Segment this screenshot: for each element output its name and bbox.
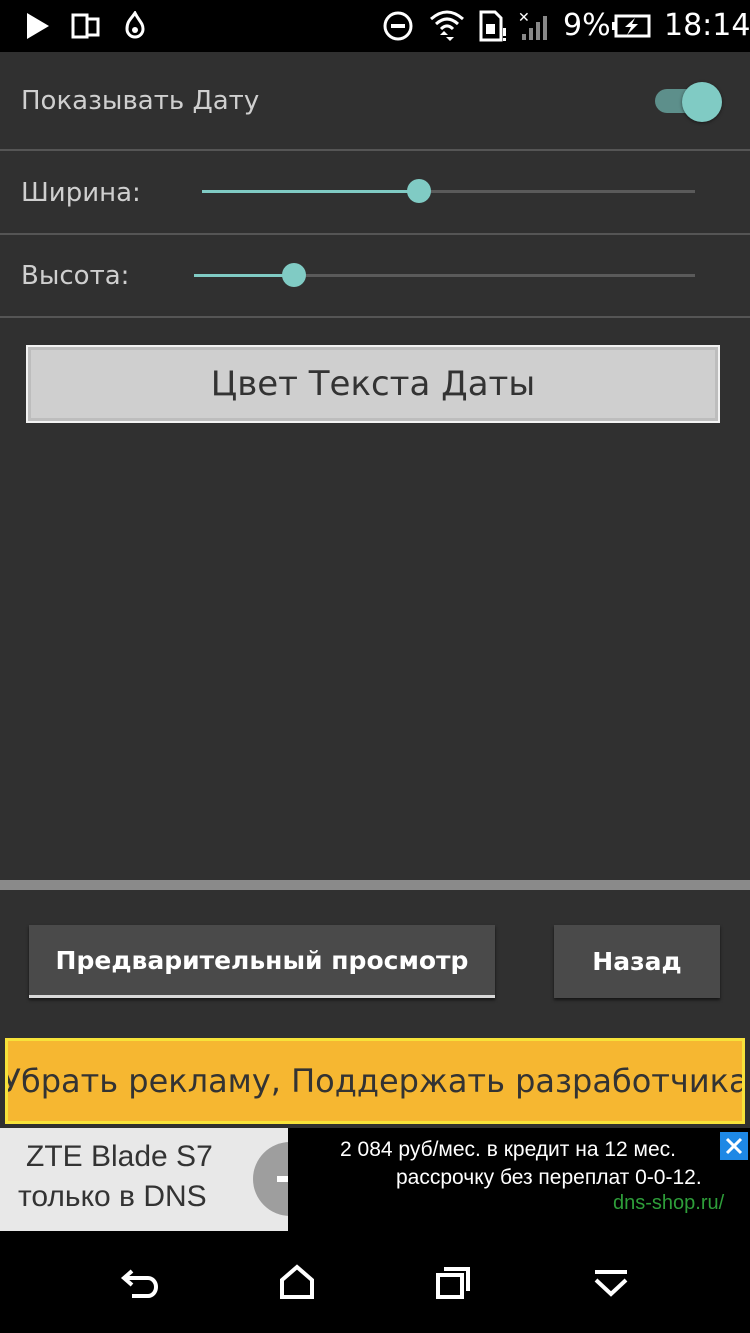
ad-title-line1: ZTE Blade S7 — [26, 1140, 213, 1173]
preview-button[interactable]: Предварительный просмотр — [29, 925, 495, 998]
back-icon[interactable] — [120, 1265, 162, 1305]
navigation-bar — [0, 1231, 750, 1333]
toggle-thumb[interactable] — [682, 82, 722, 122]
home-icon[interactable] — [278, 1263, 316, 1305]
recents-icon[interactable] — [434, 1265, 474, 1305]
signal-icon: ✕ — [516, 10, 552, 42]
width-slider[interactable] — [202, 179, 695, 203]
sim-icon — [476, 10, 508, 42]
height-slider[interactable] — [194, 263, 695, 287]
height-label: Высота: — [21, 261, 130, 291]
battery-percent: 9% — [563, 8, 611, 43]
divider — [0, 316, 750, 318]
divider — [0, 233, 750, 235]
ad-url[interactable]: dns-shop.ru/ — [613, 1192, 724, 1215]
width-slider-fill — [202, 190, 419, 193]
ad-desc-line1: 2 084 руб/мес. в кредит на 12 мес. — [340, 1138, 676, 1161]
date-text-color-button[interactable]: Цвет Текста Даты — [26, 345, 720, 423]
show-date-label: Показывать Дату — [21, 86, 260, 116]
dual-screen-icon — [70, 10, 102, 42]
battery-charging-icon — [611, 10, 651, 42]
ad-left-panel: ZTE Blade S7 только в DNS — [0, 1128, 327, 1231]
status-bar: ✕ 9% 18:14 — [0, 0, 750, 52]
divider — [0, 149, 750, 151]
height-slider-fill — [194, 274, 294, 277]
bottom-divider — [0, 880, 750, 890]
do-not-disturb-icon — [382, 10, 414, 42]
width-label: Ширина: — [21, 178, 141, 208]
back-button[interactable]: Назад — [554, 925, 720, 998]
clock: 18:14 — [664, 8, 750, 43]
fire-icon — [120, 10, 150, 42]
wifi-icon — [428, 10, 466, 42]
remove-ads-label: Убрать рекламу, Поддержать разработчика — [5, 1062, 745, 1100]
hide-keyboard-icon[interactable] — [592, 1269, 630, 1303]
ad-banner[interactable]: ZTE Blade S7 только в DNS 2 084 руб/мес.… — [0, 1128, 750, 1231]
ad-desc-line2: рассрочку без переплат 0-0-12. — [396, 1166, 702, 1189]
ad-right-panel: 2 084 руб/мес. в кредит на 12 мес. расср… — [288, 1128, 750, 1231]
play-icon — [24, 10, 52, 42]
width-slider-thumb[interactable] — [407, 179, 431, 203]
ad-title-line2: только в DNS — [18, 1180, 207, 1213]
ad-close-icon[interactable] — [720, 1132, 748, 1160]
remove-ads-banner[interactable]: Убрать рекламу, Поддержать разработчика — [5, 1038, 745, 1124]
svg-text:✕: ✕ — [518, 10, 530, 26]
height-slider-thumb[interactable] — [282, 263, 306, 287]
